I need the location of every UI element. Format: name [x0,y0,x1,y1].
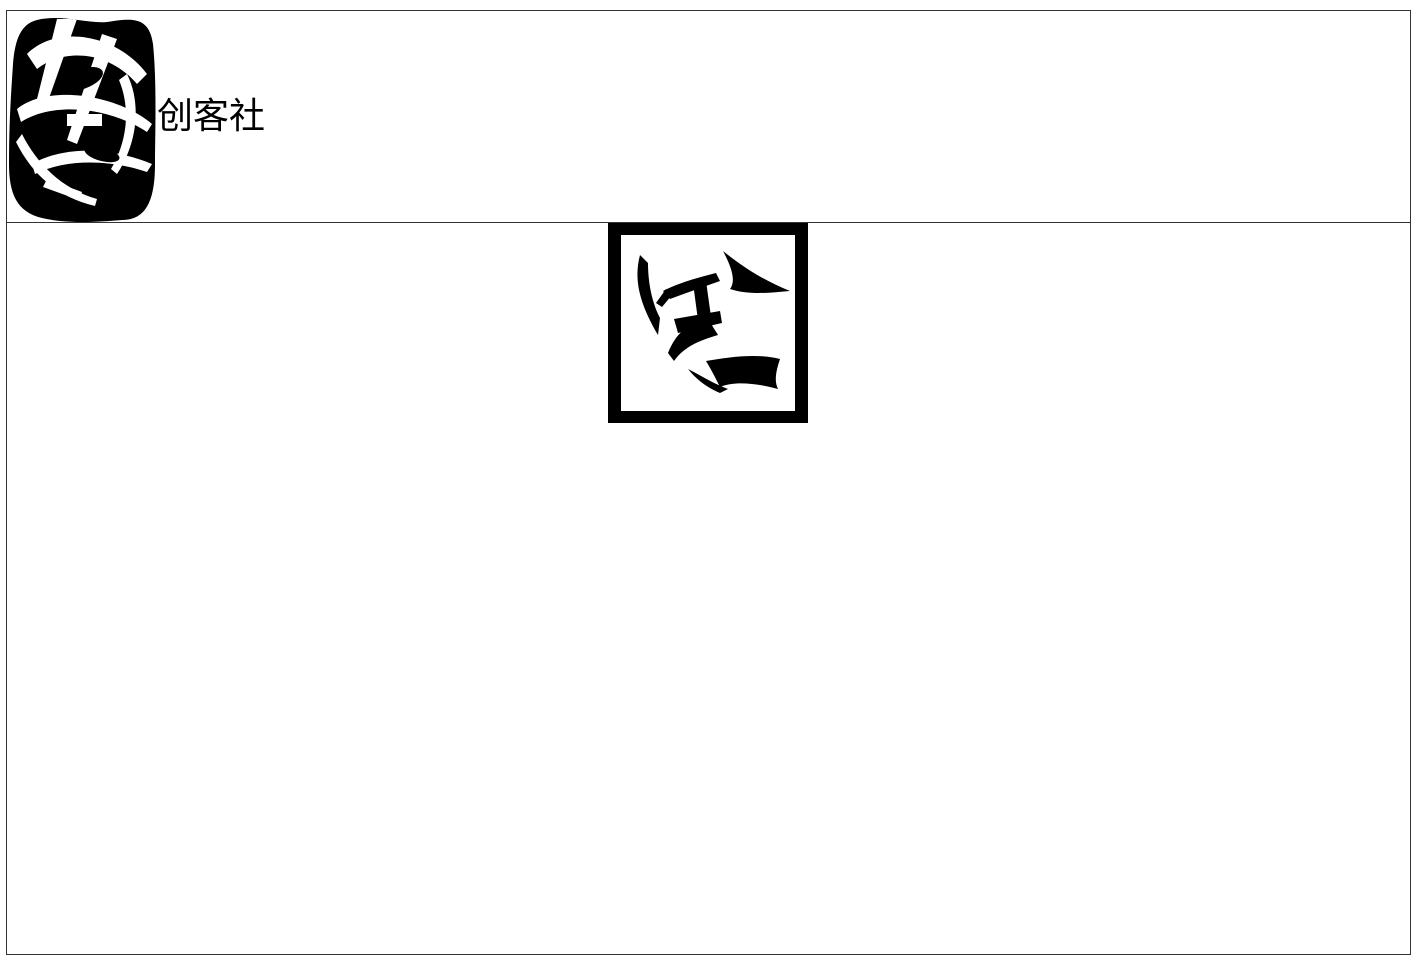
brand-name: 创客社 [157,96,266,137]
calligraphy-emblem-icon [608,223,808,423]
abstract-logo-icon[interactable] [7,14,157,222]
page-frame: 创客社 [6,10,1411,955]
site-header: 创客社 [7,11,1410,223]
main-content [7,223,1410,954]
